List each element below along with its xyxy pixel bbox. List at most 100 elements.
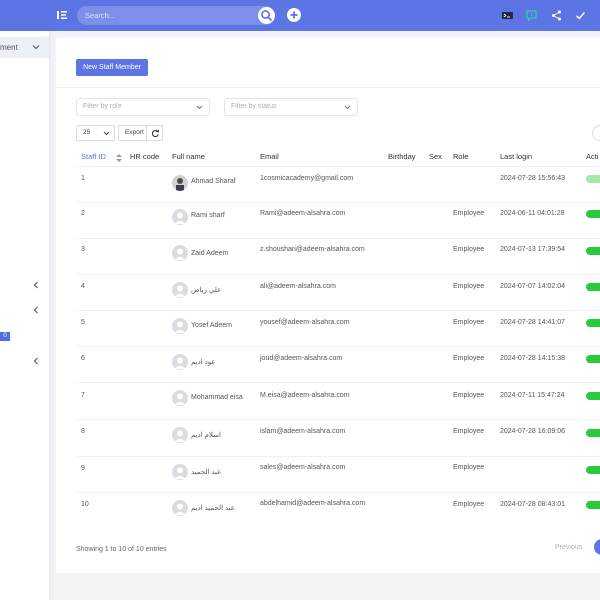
chevron-left-icon[interactable] <box>32 357 40 365</box>
page-length-select[interactable]: 25 <box>76 125 115 141</box>
cell-full-name[interactable]: Zaid Adeem <box>191 250 228 257</box>
cell-email: 1cosmicacademy@gmail.com <box>260 175 354 182</box>
sidebar: ment 0 <box>0 31 50 600</box>
table-row[interactable]: 2 Rami sharf Rami@adeem-alsahra.com Empl… <box>76 202 600 238</box>
cell-role: Employee <box>453 501 485 508</box>
export-button[interactable]: Export <box>118 125 147 141</box>
cell-staff-id: 9 <box>81 465 85 472</box>
table-search-field[interactable] <box>592 125 600 141</box>
cell-full-name[interactable]: عود ادیم <box>191 358 216 366</box>
cell-full-name[interactable]: اسلام ادیم <box>191 431 221 439</box>
cell-full-name[interactable]: Yosef Adeem <box>191 322 232 329</box>
cell-last-login: 2024-07-28 16:09:06 <box>500 428 565 435</box>
search-button[interactable] <box>258 7 275 24</box>
table-row[interactable]: 6 عود ادیم joud@adeem-alsahra.com Employ… <box>76 346 600 382</box>
check-icon[interactable] <box>574 9 587 22</box>
notification-badge: 0 <box>0 332 10 341</box>
cell-role: Employee <box>453 246 485 253</box>
cell-role: Employee <box>453 355 485 362</box>
search-input[interactable] <box>85 9 245 22</box>
cell-role: Employee <box>453 392 485 399</box>
filter-by-status-select[interactable]: Filter by status <box>224 98 358 116</box>
cell-last-login: 2024-07-07 14:02:04 <box>500 283 565 290</box>
column-header-hr-code[interactable]: HR code <box>130 152 159 161</box>
table-row[interactable]: 10 عبد الحمید ادیم abdelhamid@adeem-alsa… <box>76 492 600 528</box>
filter-role-placeholder: Filter by role <box>83 103 122 110</box>
chevron-down-icon <box>344 105 351 110</box>
cell-last-login: 2024-07-11 15:47:24 <box>500 392 565 399</box>
table-row[interactable]: 7 Mohammad eisa M.eisa@adeem-alsahra.com… <box>76 382 600 418</box>
plus-icon <box>290 11 298 19</box>
active-toggle[interactable] <box>586 247 600 255</box>
terminal-icon[interactable] <box>501 9 514 22</box>
avatar <box>172 318 188 334</box>
sort-icon[interactable] <box>116 154 122 162</box>
refresh-icon <box>151 129 159 138</box>
cell-staff-id: 8 <box>81 428 85 435</box>
search-bar <box>77 6 275 25</box>
column-header-staff-id[interactable]: Staff ID <box>81 152 106 161</box>
active-toggle[interactable] <box>586 175 600 183</box>
cell-role: Employee <box>453 428 485 435</box>
column-header-active[interactable]: Acti <box>586 152 599 161</box>
cell-full-name[interactable]: علي رياض <box>191 286 221 294</box>
column-header-role[interactable]: Role <box>453 152 468 161</box>
table-row[interactable]: 3 Zaid Adeem z.shoushari@adeem-alsahra.c… <box>76 238 600 274</box>
active-toggle[interactable] <box>586 466 600 474</box>
table-row[interactable]: 9 عبد الحمید sales@adeem-alsahra.com Emp… <box>76 456 600 492</box>
quick-add-button[interactable] <box>287 8 301 22</box>
cell-email: z.shoushari@adeem-alsahra.com <box>260 246 365 253</box>
menu-toggle-icon[interactable] <box>56 9 68 21</box>
column-header-sex[interactable]: Sex <box>429 152 442 161</box>
reload-button[interactable] <box>146 125 163 141</box>
cell-role: Employee <box>453 319 485 326</box>
table-row[interactable]: 4 علي رياض ali@adeem-alsahra.com Employe… <box>76 274 600 310</box>
cell-full-name[interactable]: عبد الحمید <box>191 468 221 476</box>
avatar <box>172 390 188 406</box>
cell-email: ali@adeem-alsahra.com <box>260 283 336 290</box>
chevron-left-icon[interactable] <box>32 281 40 289</box>
cell-full-name[interactable]: عبد الحمید ادیم <box>191 504 235 512</box>
share-icon[interactable] <box>550 9 563 22</box>
sidebar-item-staff-management[interactable]: ment <box>0 37 49 58</box>
active-toggle[interactable] <box>586 392 600 400</box>
cell-staff-id: 10 <box>81 501 89 508</box>
avatar <box>172 245 188 261</box>
cell-last-login: 2024-07-28 14:15:38 <box>500 355 565 362</box>
cell-full-name[interactable]: Rami sharf <box>191 212 225 219</box>
new-staff-member-button[interactable]: New Staff Member <box>76 59 148 76</box>
cell-email: abdelhamid@adeem-alsahra.com <box>260 500 366 507</box>
table-row[interactable]: 8 اسلام ادیم islam@adeem-alsahra.com Emp… <box>76 419 600 455</box>
column-header-last-login[interactable]: Last login <box>500 152 532 161</box>
cell-email: Rami@adeem-alsahra.com <box>260 210 346 217</box>
avatar <box>172 282 188 298</box>
export-label: Export <box>125 129 144 136</box>
chevron-left-icon[interactable] <box>32 306 40 314</box>
cell-role: Employee <box>453 210 485 217</box>
cell-staff-id: 5 <box>81 319 85 326</box>
column-header-full-name[interactable]: Full name <box>172 152 205 161</box>
sidebar-item-label: ment <box>0 43 18 52</box>
column-header-email[interactable]: Email <box>260 152 279 161</box>
cell-last-login: 2024-06-11 04:01:28 <box>500 210 565 217</box>
active-toggle[interactable] <box>586 283 600 291</box>
active-toggle[interactable] <box>586 355 600 363</box>
filter-by-role-select[interactable]: Filter by role <box>76 98 210 116</box>
cell-full-name[interactable]: Ahmad Sharaf <box>191 178 236 185</box>
table-row[interactable]: 5 Yosef Adeem yousef@adeem-alsahra.com E… <box>76 310 600 346</box>
pagination-page-1[interactable] <box>594 539 600 555</box>
active-toggle[interactable] <box>586 319 600 327</box>
active-toggle[interactable] <box>586 210 600 218</box>
pagination-previous[interactable]: Previous <box>555 544 582 551</box>
divider <box>56 87 600 88</box>
table-row[interactable]: 1 Ahmad Sharaf 1cosmicacademy@gmail.com … <box>76 166 600 202</box>
column-header-birthday[interactable]: Birthday <box>388 152 416 161</box>
cell-role: Employee <box>453 283 485 290</box>
active-toggle[interactable] <box>586 429 600 437</box>
active-toggle[interactable] <box>586 501 600 509</box>
cell-full-name[interactable]: Mohammad eisa <box>191 394 243 401</box>
chat-icon[interactable] <box>525 9 538 22</box>
search-icon <box>261 10 272 21</box>
page-length-value: 25 <box>83 129 91 136</box>
cell-email: yousef@adeem-alsahra.com <box>260 319 350 326</box>
